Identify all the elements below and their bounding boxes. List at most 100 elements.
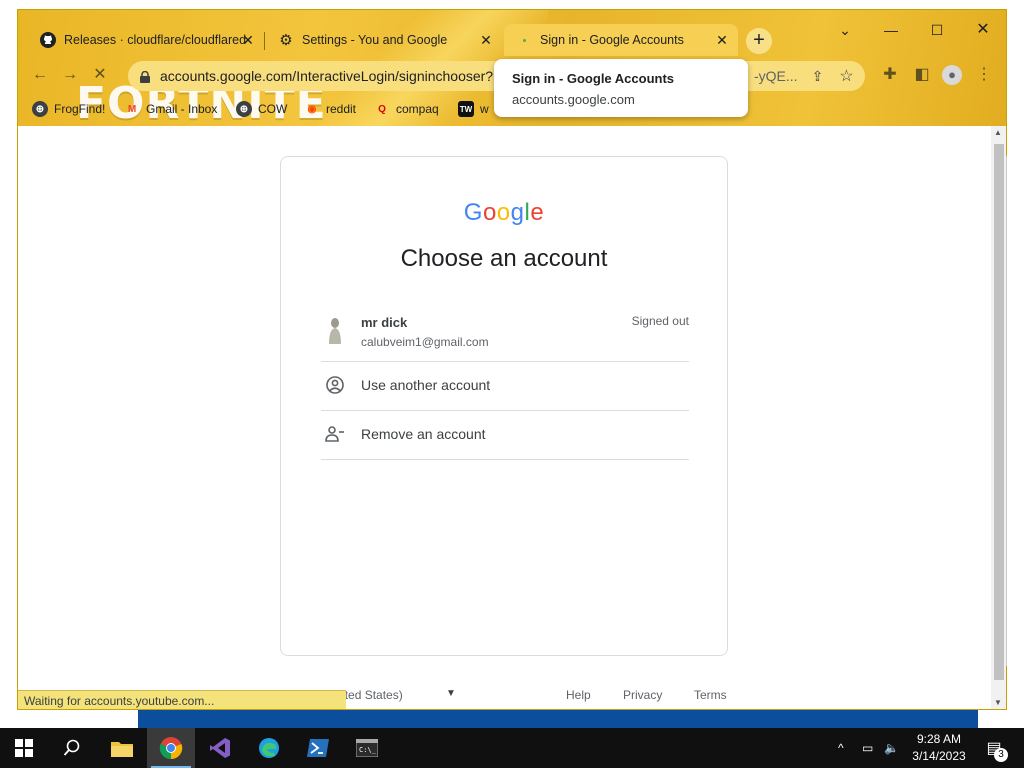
stop-loading-icon[interactable]: ✕ — [88, 63, 112, 87]
bookmark-reddit[interactable]: ◉ reddit — [304, 100, 356, 118]
windows-logo-icon — [15, 739, 33, 757]
close-tab-icon[interactable]: ✕ — [240, 32, 256, 48]
tab-title: Releases · cloudflare/cloudflared — [64, 33, 247, 47]
share-icon[interactable]: ⇪ — [812, 68, 824, 85]
back-arrow-icon[interactable]: ← — [28, 63, 52, 87]
bookmark-cow[interactable]: ⊕ COW — [236, 100, 287, 118]
bookmark-w[interactable]: TW w — [458, 100, 489, 118]
logo-letter: o — [496, 199, 511, 226]
compaq-icon: Q — [378, 103, 386, 115]
tab-search-chevron-icon[interactable]: ⌄ — [822, 16, 868, 44]
new-tab-button[interactable]: + — [746, 28, 772, 54]
file-explorer-icon[interactable] — [98, 728, 146, 768]
side-panel-icon[interactable]: ◧ — [910, 63, 934, 87]
page-title: Choose an account — [400, 245, 608, 272]
maximize-button[interactable]: ☐ — [914, 16, 960, 44]
bookmark-label: reddit — [326, 102, 357, 116]
visual-studio-icon[interactable] — [196, 728, 244, 768]
system-clock[interactable]: 9:28 AM 3/14/2023 — [904, 731, 974, 765]
page-content: Google Choose an account mr dick calubve… — [18, 126, 991, 709]
account-list-item[interactable]: mr dick calubveim1@gmail.com Signed out — [321, 299, 689, 362]
loading-dot-icon — [516, 32, 532, 48]
tab-title: Sign in - Google Accounts — [540, 33, 684, 47]
background-window-edge — [1006, 156, 1024, 666]
tab-sign-in[interactable]: Sign in - Google Accounts ✕ — [504, 24, 738, 56]
search-icon[interactable] — [48, 728, 96, 768]
person-remove-icon — [325, 425, 345, 448]
notification-center-icon[interactable]: ▤ 3 — [982, 728, 1008, 768]
scroll-up-arrow-icon[interactable]: ▲ — [994, 128, 1002, 137]
scroll-down-arrow-icon[interactable]: ▼ — [994, 698, 1002, 707]
bookmark-label: w — [480, 102, 489, 116]
gear-icon: ⚙ — [279, 32, 293, 49]
edge-icon[interactable] — [245, 728, 293, 768]
scrollbar-thumb[interactable] — [994, 144, 1004, 680]
privacy-link[interactable]: Privacy — [623, 688, 662, 702]
close-tab-icon[interactable]: ✕ — [714, 32, 730, 48]
bookmark-gmail[interactable]: M Gmail - Inbox — [124, 100, 218, 118]
powershell-icon[interactable] — [294, 728, 342, 768]
taskbar: C:\_ ^ ▭ 🔈 9:28 AM 3/14/2023 ▤ 3 — [0, 728, 1024, 768]
tab-settings[interactable]: ⚙ Settings - You and Google ✕ — [266, 24, 502, 56]
command-prompt-icon[interactable]: C:\_ — [343, 728, 391, 768]
status-bubble: Waiting for accounts.youtube.com... — [18, 690, 346, 709]
svg-text:C:\_: C:\_ — [359, 746, 377, 754]
bookmark-compaq[interactable]: Q compaq — [374, 100, 439, 118]
account-chooser-card: Google Choose an account mr dick calubve… — [280, 156, 728, 656]
avatar — [327, 317, 343, 345]
globe-icon: ⊕ — [32, 101, 48, 117]
forward-arrow-icon[interactable]: → — [58, 63, 82, 87]
tab-title: Settings - You and Google — [302, 33, 448, 47]
reddit-icon: ◉ — [307, 103, 317, 115]
dropdown-arrow-icon: ▼ — [446, 688, 456, 699]
tw-icon: TW — [458, 101, 474, 117]
network-icon[interactable]: ▭ — [862, 728, 873, 768]
remove-account-button[interactable]: Remove an account — [321, 410, 689, 460]
bookmark-label: Gmail - Inbox — [146, 102, 218, 116]
google-logo: Google — [281, 199, 727, 227]
profile-avatar[interactable]: ● — [940, 63, 964, 87]
extensions-puzzle-icon[interactable]: ✚ — [878, 63, 902, 87]
help-link[interactable]: Help — [566, 688, 591, 702]
browser-window: FORTNITE Releases · cloudflare/cloudflar… — [17, 9, 1007, 710]
bookmark-label: compaq — [396, 102, 439, 116]
bookmark-frogfind[interactable]: ⊕ FrogFind! — [32, 100, 105, 118]
tooltip-title: Sign in - Google Accounts — [512, 71, 675, 86]
close-tab-icon[interactable]: ✕ — [478, 32, 494, 48]
chrome-taskbar-icon[interactable] — [147, 728, 195, 768]
bookmark-label: FrogFind! — [54, 102, 106, 116]
browser-chrome: FORTNITE Releases · cloudflare/cloudflar… — [18, 10, 1006, 129]
minimize-button[interactable]: — — [868, 16, 914, 44]
logo-letter: G — [463, 199, 483, 226]
clock-time: 9:28 AM — [916, 732, 962, 746]
globe-icon: ⊕ — [236, 101, 252, 117]
use-another-account-button[interactable]: Use another account — [321, 361, 689, 411]
use-another-label: Use another account — [361, 377, 491, 393]
lock-icon — [140, 70, 150, 83]
terms-link[interactable]: Terms — [694, 688, 727, 702]
tooltip-domain: accounts.google.com — [512, 92, 635, 107]
tab-releases-cloudflared[interactable]: Releases · cloudflare/cloudflared ✕ — [28, 24, 264, 56]
account-email: calubveim1@gmail.com — [361, 335, 489, 349]
tab-hover-tooltip: Sign in - Google Accounts accounts.googl… — [494, 59, 748, 117]
url-tail-text: -yQE... — [754, 68, 798, 84]
menu-kebab-icon[interactable]: ⋮ — [972, 63, 996, 87]
close-window-button[interactable]: ✕ — [960, 16, 1006, 44]
account-circle-icon — [325, 375, 345, 400]
start-button[interactable] — [0, 728, 48, 768]
notification-count-badge: 3 — [994, 748, 1008, 762]
vertical-scrollbar[interactable]: ▲ ▼ — [991, 126, 1006, 709]
logo-letter: g — [510, 199, 525, 226]
bookmark-star-icon[interactable]: ☆ — [839, 66, 853, 86]
show-hidden-icons-chevron-icon[interactable]: ^ — [838, 728, 844, 768]
logo-letter: o — [482, 199, 497, 226]
bookmark-label: COW — [258, 102, 288, 116]
account-name: mr dick — [361, 315, 408, 330]
github-icon — [40, 32, 56, 48]
remove-account-label: Remove an account — [361, 426, 486, 442]
logo-letter: e — [530, 199, 545, 226]
background-window-band — [138, 710, 978, 728]
url-text: accounts.google.com/InteractiveLogin/sig… — [160, 68, 494, 84]
volume-icon[interactable]: 🔈 — [884, 728, 899, 768]
account-status: Signed out — [631, 314, 689, 328]
